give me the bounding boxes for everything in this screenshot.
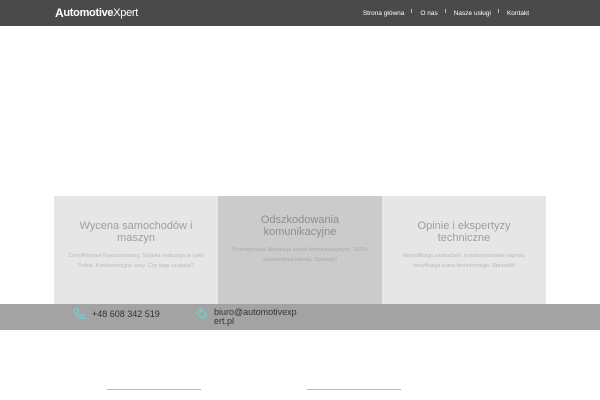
phone-icon	[73, 307, 86, 320]
service-description: Identyfikacja uszkodzeń, kosztorysowanie…	[402, 253, 526, 269]
contact-bar: +48 608 342 519 biuro@automotivexpert.pl	[0, 304, 600, 330]
hero-banner	[0, 26, 600, 196]
service-description: Profesjonalna likwidacja szkód komunikac…	[232, 247, 368, 263]
nav-item-contact[interactable]: Kontakt	[497, 8, 537, 17]
site-header: Automotive Xpert Strona główna O nas Nasz…	[0, 0, 600, 26]
tag-icon	[195, 307, 208, 320]
logo-word-xpert: Xpert	[113, 7, 139, 19]
accent-line	[307, 389, 401, 390]
nav-item-services[interactable]: Nasze usługi	[444, 8, 499, 17]
service-title: Opinie i ekspertyzy techniczne	[417, 220, 511, 244]
service-description: Certyfikowani Rzeczoznawcy. Szybka reali…	[68, 253, 204, 269]
main-nav: Strona główna O nas Nasze usługi Kontakt	[355, 0, 537, 26]
services-section: Wycena samochodów i maszyn Certyfikowani…	[54, 196, 546, 304]
service-box-expertise[interactable]: Opinie i ekspertyzy techniczne Identyfik…	[382, 196, 546, 304]
email-address: biuro@automotivexpert.pl	[214, 307, 297, 326]
accent-line	[107, 389, 201, 390]
contact-email[interactable]: biuro@automotivexpert.pl	[195, 307, 299, 326]
logo-initial: A	[55, 6, 64, 20]
service-box-valuation[interactable]: Wycena samochodów i maszyn Certyfikowani…	[54, 196, 218, 304]
logo-word-automotive: utomotive	[63, 7, 114, 19]
service-title: Odszkodowania komunikacyjne	[260, 214, 340, 238]
service-box-compensation[interactable]: Odszkodowania komunikacyjne Profesjonaln…	[218, 196, 382, 304]
phone-number: +48 608 342 519	[92, 309, 160, 319]
service-title: Wycena samochodów i maszyn	[79, 220, 193, 244]
nav-item-about[interactable]: O nas	[411, 8, 445, 17]
nav-item-home[interactable]: Strona główna	[355, 10, 413, 17]
site-logo[interactable]: Automotive Xpert	[55, 6, 138, 20]
page: Automotive Xpert Strona główna O nas Nasz…	[0, 0, 600, 400]
contact-phone[interactable]: +48 608 342 519	[73, 307, 160, 320]
